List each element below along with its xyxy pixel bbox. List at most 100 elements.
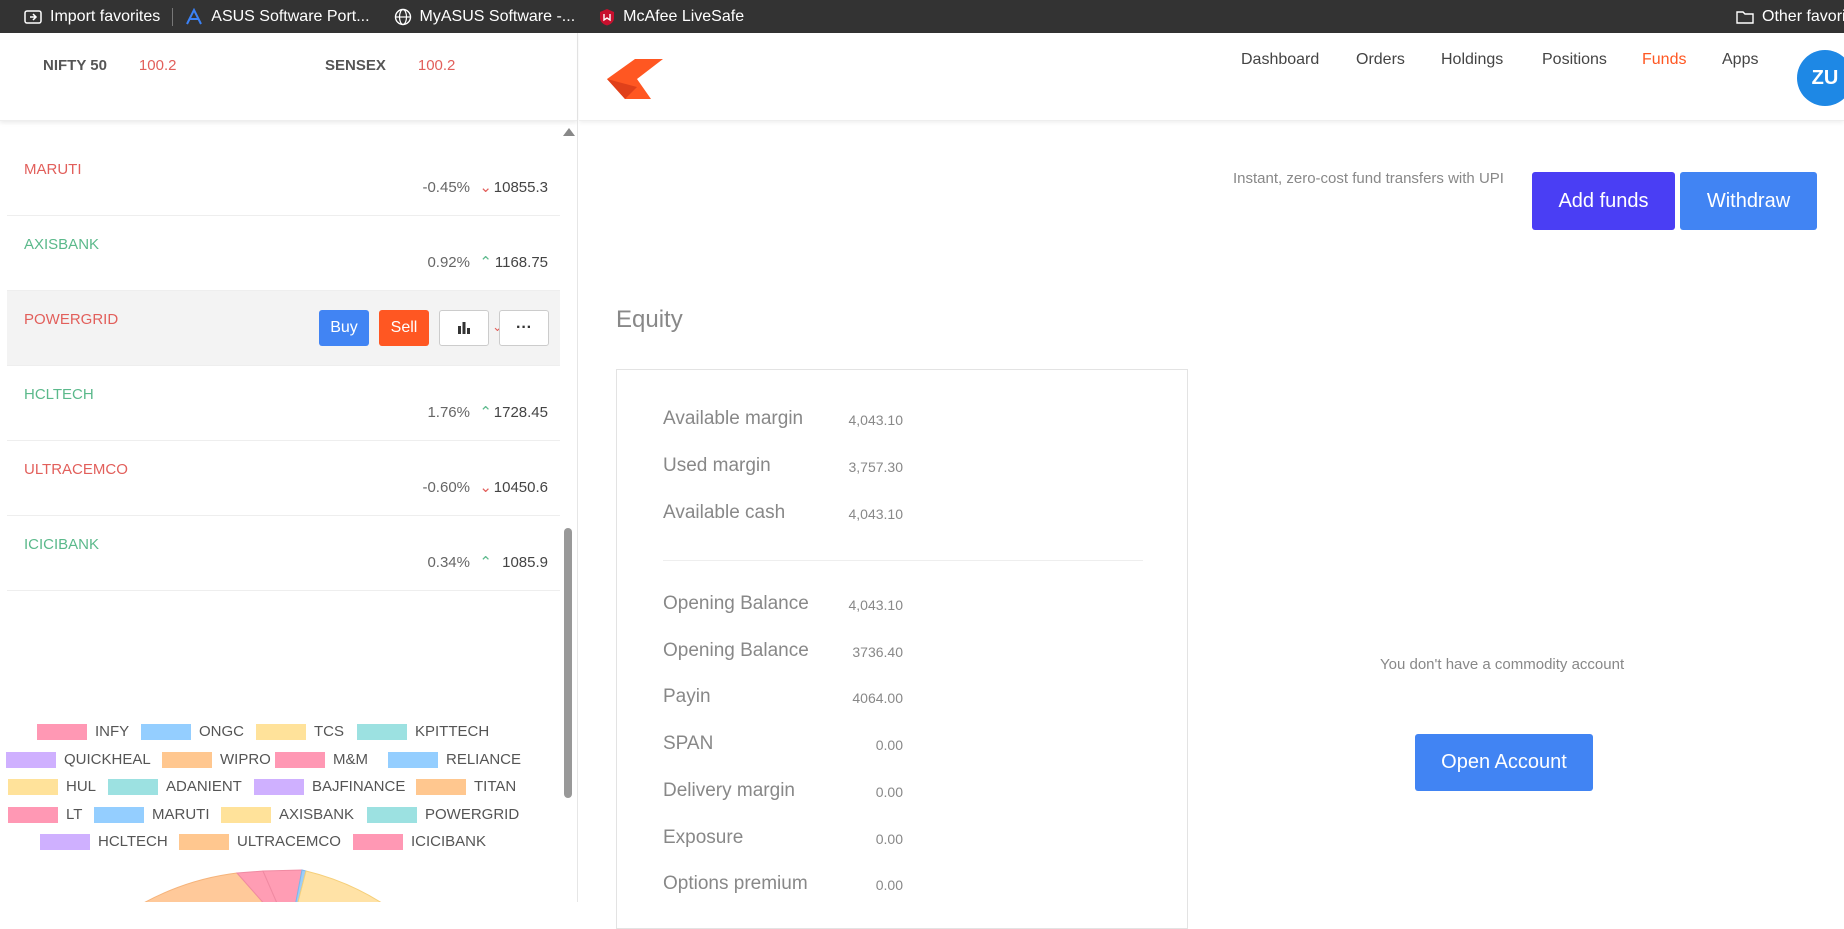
chevron-up-icon: ⌃ [479, 404, 492, 421]
folder-icon [1736, 10, 1754, 24]
bookmarks-bar: Import favorites ASUS Software Port... M… [0, 0, 1844, 33]
payin-label: Payin [663, 686, 711, 707]
legend-label: RELIANCE [446, 751, 522, 768]
delivery-margin-value: 0.00 [875, 784, 903, 800]
scroll-up-arrow-icon[interactable] [563, 128, 575, 136]
legend-swatch [8, 778, 58, 795]
top-navigation: Dashboard Orders Holdings Positions Fund… [579, 33, 1844, 121]
watchlist-row-hcltech[interactable]: HCLTECH 1.76% ⌃ 1728.45 [7, 366, 560, 441]
nav-positions[interactable]: Positions [1542, 51, 1607, 69]
legend-label: BAJFINANCE [312, 778, 406, 795]
symbol: HCLTECH [24, 386, 94, 403]
chevron-down-icon: ⌄ [479, 479, 492, 496]
legend-item[interactable]: MARUTI [94, 806, 210, 823]
watchlist-row-icicibank[interactable]: ICICIBANK 0.34% ⌃ 1085.9 [7, 516, 560, 591]
legend-label: TITAN [474, 778, 517, 795]
legend-item[interactable]: QUICKHEAL [6, 751, 151, 768]
legend-item[interactable]: M&M [275, 751, 368, 768]
more-options-button[interactable]: ··· [499, 310, 549, 346]
user-avatar[interactable]: ZU [1797, 50, 1844, 106]
legend-item[interactable]: TCS [256, 723, 344, 740]
legend-swatch [37, 723, 87, 740]
bookmark-other-favorites[interactable]: Other favorites [1724, 0, 1844, 33]
watchlist-row-powergrid[interactable]: POWERGRID Buy Sell ⌄ ··· [7, 291, 560, 366]
price: 10450.6 [493, 479, 548, 496]
legend-item[interactable]: POWERGRID [367, 806, 519, 823]
opening-balance-label: Opening Balance [663, 593, 809, 614]
legend-item[interactable]: ICICIBANK [353, 833, 486, 850]
legend-swatch [367, 806, 417, 823]
bookmark-label: Other favorites [1762, 7, 1844, 25]
index-nifty[interactable]: NIFTY 50 100.2 [43, 57, 176, 74]
holdings-pie-chart [144, 869, 382, 902]
nav-apps[interactable]: Apps [1722, 51, 1758, 69]
legend-swatch [6, 751, 56, 768]
bookmark-label: ASUS Software Port... [211, 7, 370, 25]
legend-item[interactable]: HUL [8, 778, 96, 795]
kite-logo[interactable] [607, 59, 663, 99]
legend-swatch [94, 806, 144, 823]
nav-orders[interactable]: Orders [1356, 51, 1405, 69]
options-premium-label: Options premium [663, 873, 808, 894]
price: 1168.75 [494, 254, 548, 271]
legend-label: ADANIENT [166, 778, 242, 795]
delivery-margin-label: Delivery margin [663, 780, 795, 801]
sell-button[interactable]: Sell [379, 310, 429, 346]
scrollbar[interactable] [563, 128, 575, 902]
payin-value: 4064.00 [852, 690, 903, 706]
legend-label: LT [66, 806, 83, 823]
bookmark-myasus[interactable]: MyASUS Software -... [382, 0, 588, 33]
legend-item[interactable]: INFY [37, 723, 129, 740]
bookmark-label: MyASUS Software -... [419, 7, 576, 25]
buy-button[interactable]: Buy [319, 310, 369, 346]
add-funds-button[interactable]: Add funds [1532, 172, 1675, 230]
index-sensex[interactable]: SENSEX 100.2 [325, 57, 455, 74]
legend-label: MARUTI [152, 806, 210, 823]
legend-item[interactable]: ADANIENT [108, 778, 242, 795]
mcafee-shield-icon [600, 8, 615, 25]
legend-item[interactable]: RELIANCE [388, 751, 521, 768]
available-margin-label: Available margin [663, 408, 804, 429]
legend-label: ONGC [199, 723, 244, 740]
legend-item[interactable]: LT [8, 806, 82, 823]
symbol: POWERGRID [24, 311, 119, 328]
equity-margin-table: Available margin 4,043.10 Used margin 3,… [616, 369, 1188, 929]
legend-item[interactable]: ULTRACEMCO [179, 833, 341, 850]
chart-button[interactable] [439, 310, 489, 346]
legend-item[interactable]: WIPRO [162, 751, 271, 768]
watchlist-row-maruti[interactable]: MARUTI -0.45% ⌄ 10855.3 [7, 141, 560, 216]
legend-label: M&M [333, 751, 368, 768]
legend-item[interactable]: KPITTECH [357, 723, 489, 740]
opening-balance-value: 4,043.10 [848, 597, 904, 613]
span-value: 0.00 [875, 737, 903, 753]
legend-swatch [108, 778, 158, 795]
nav-funds[interactable]: Funds [1642, 51, 1686, 69]
globe-icon [394, 8, 411, 25]
legend-swatch [8, 806, 58, 823]
legend-label: HUL [66, 778, 97, 795]
bookmark-import-favorites[interactable]: Import favorites [12, 0, 172, 33]
legend-item[interactable]: AXISBANK [221, 806, 354, 823]
legend-item[interactable]: TITAN [416, 778, 516, 795]
indices-bar: NIFTY 50 100.2 SENSEX 100.2 [0, 33, 577, 121]
legend-item[interactable]: ONGC [141, 723, 244, 740]
legend-item[interactable]: HCLTECH [40, 833, 168, 850]
nav-dashboard[interactable]: Dashboard [1241, 51, 1319, 69]
legend-item[interactable]: BAJFINANCE [254, 778, 405, 795]
change-percent: 0.34% [427, 554, 470, 571]
watchlist-row-axisbank[interactable]: AXISBANK 0.92% ⌃ 1168.75 [7, 216, 560, 291]
change-percent: 0.92% [427, 254, 470, 271]
market-watch-panel: NIFTY 50 100.2 SENSEX 100.2 MARUTI -0.45… [0, 33, 578, 902]
change-percent: -0.60% [422, 479, 470, 496]
legend-label: AXISBANK [279, 806, 355, 823]
scrollbar-thumb[interactable] [564, 528, 572, 798]
nav-holdings[interactable]: Holdings [1441, 51, 1503, 69]
bookmark-asus-software[interactable]: ASUS Software Port... [173, 0, 381, 33]
legend-swatch [254, 778, 304, 795]
legend-swatch [357, 723, 407, 740]
watchlist-row-ultracemco[interactable]: ULTRACEMCO -0.60% ⌄ 10450.6 [7, 441, 560, 516]
open-account-button[interactable]: Open Account [1415, 734, 1593, 791]
upi-info-text: Instant, zero-cost fund transfers with U… [1233, 170, 1504, 187]
withdraw-button[interactable]: Withdraw [1680, 172, 1817, 230]
bookmark-mcafee[interactable]: McAfee LiveSafe [587, 0, 756, 33]
